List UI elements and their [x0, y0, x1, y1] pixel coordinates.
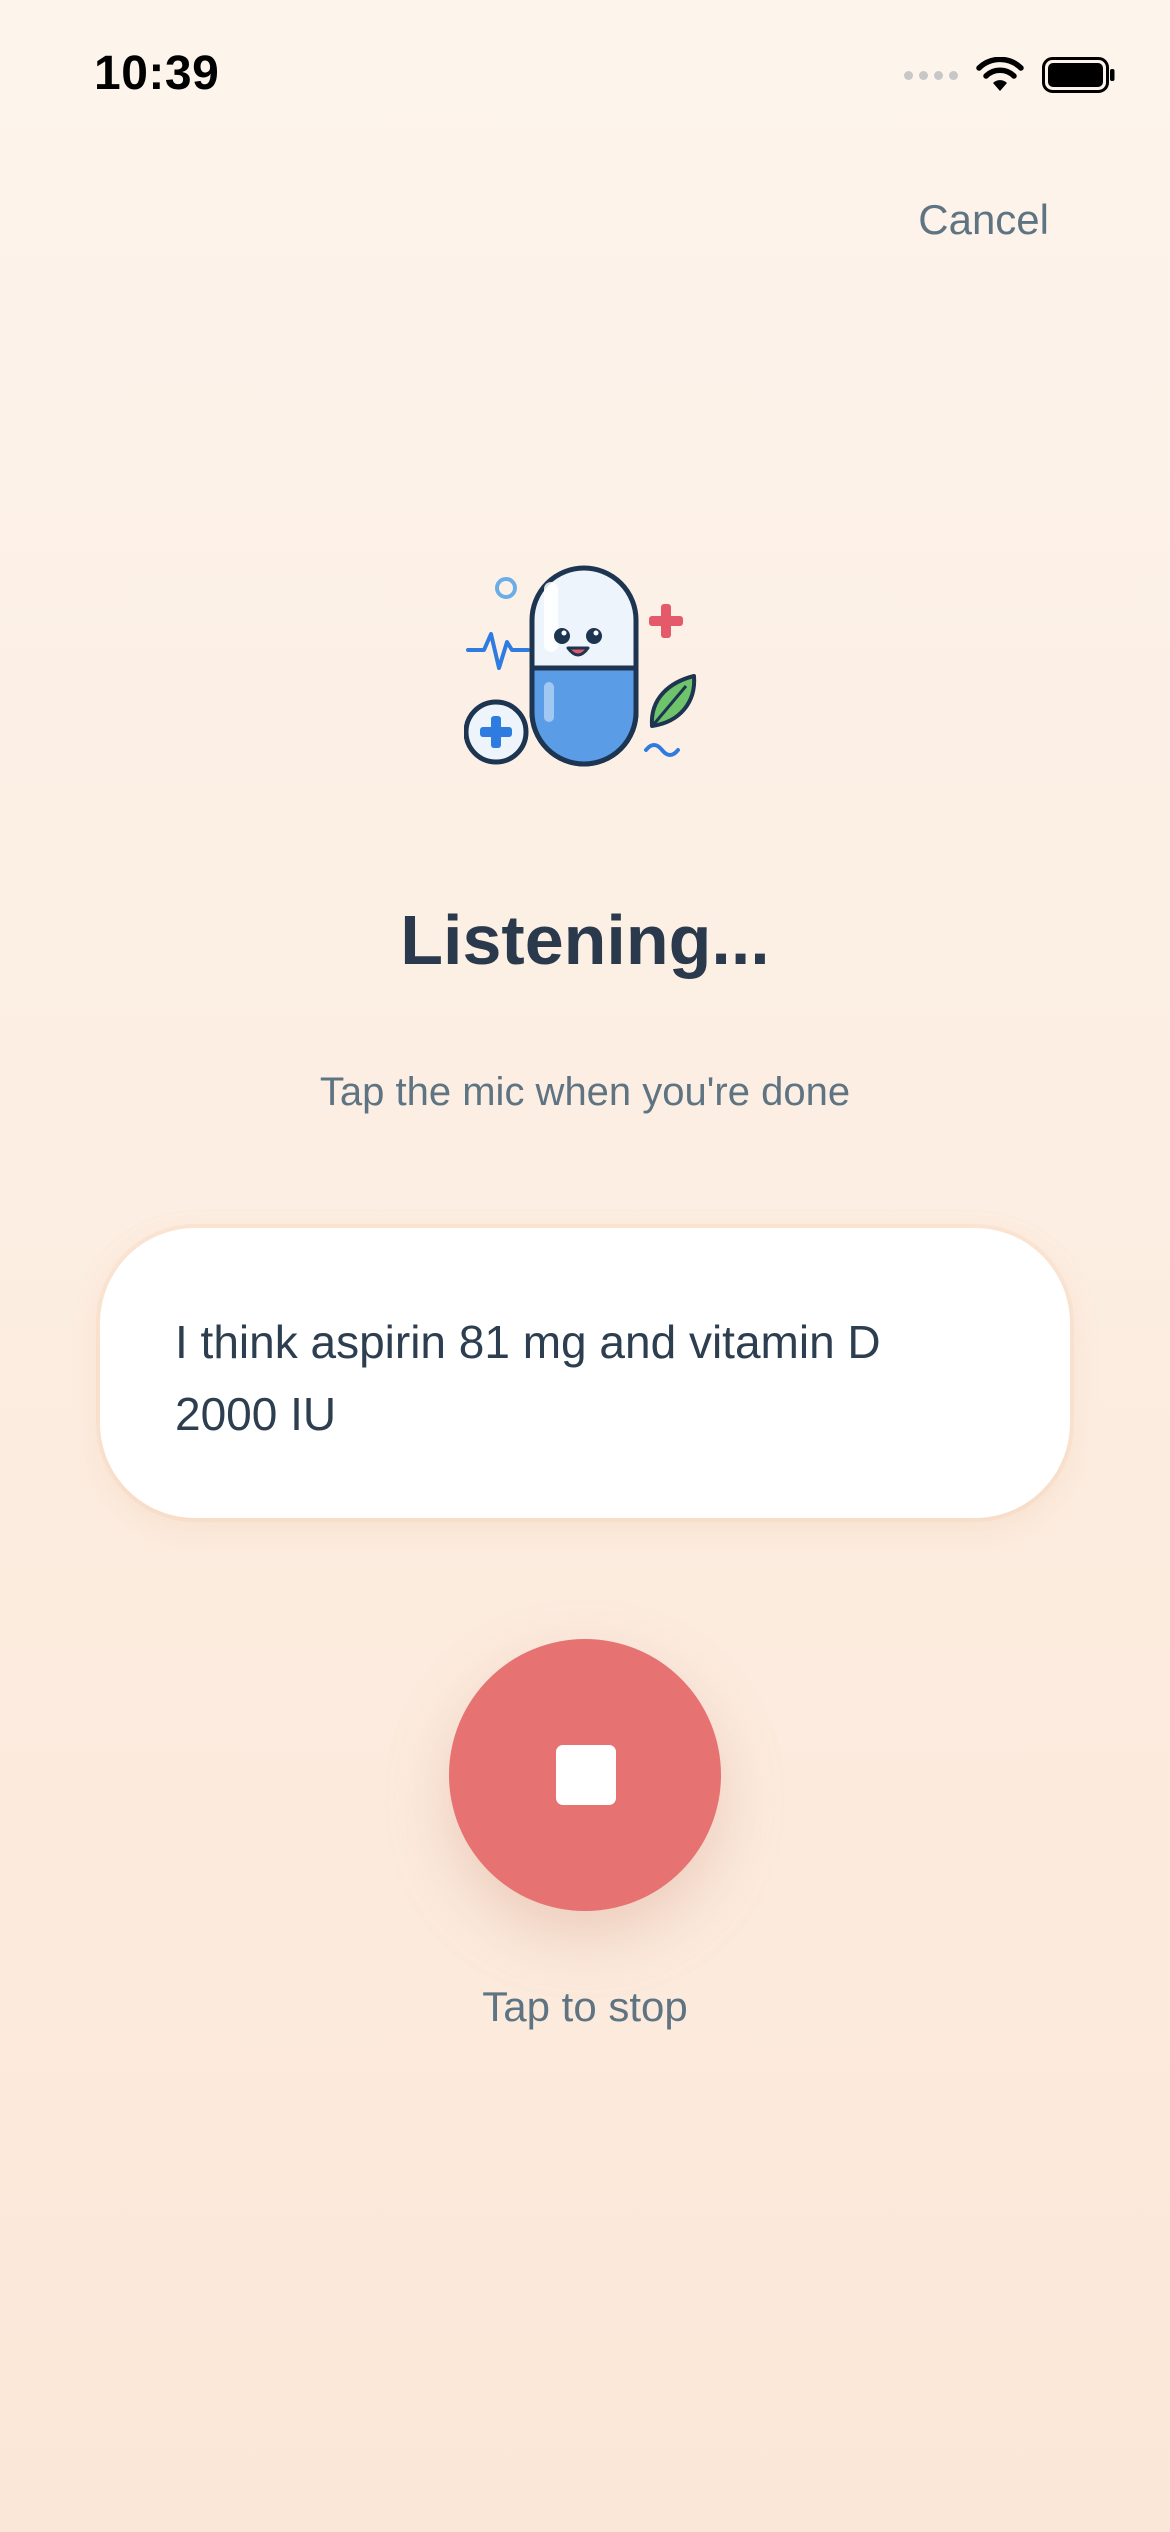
wifi-icon	[976, 57, 1024, 91]
cellular-signal-icon	[904, 70, 958, 80]
battery-icon	[1042, 57, 1115, 93]
pill-mascot-icon	[464, 565, 697, 767]
status-icons	[904, 50, 1116, 100]
transcript-card: I think aspirin 81 mg and vitamin D 2000…	[100, 1228, 1070, 1518]
status-bar: 10:39	[0, 0, 1170, 150]
listening-title: Listening...	[400, 901, 770, 979]
stop-recording-button[interactable]	[449, 1639, 721, 1911]
status-time: 10:39	[94, 47, 220, 100]
stop-icon	[556, 1745, 616, 1805]
listening-subtitle: Tap the mic when you're done	[319, 1070, 851, 1114]
transcript-text: I think aspirin 81 mg and vitamin D 2000…	[175, 1316, 881, 1440]
cancel-button[interactable]: Cancel	[918, 196, 1049, 244]
stop-label: Tap to stop	[482, 1983, 688, 2030]
